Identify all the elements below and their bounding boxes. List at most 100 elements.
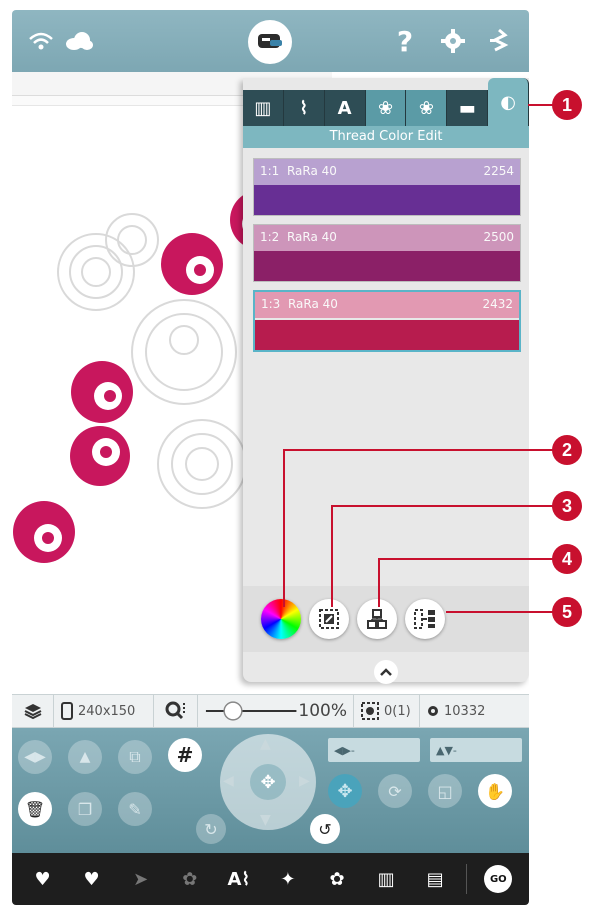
scale-button[interactable]: ◱	[428, 774, 462, 808]
chevron-up-icon	[380, 668, 392, 676]
redo-button[interactable]: ↻	[196, 814, 226, 844]
arrow-up-icon[interactable]: ▲	[260, 736, 271, 752]
stitch-count-value: 10332	[444, 703, 486, 719]
trash-icon: 🗑	[24, 799, 46, 819]
send-icon[interactable]: ➤	[123, 861, 159, 897]
thread-header: 1:1 RaRa 40 2254	[254, 159, 520, 185]
toolbar-divider	[466, 864, 468, 894]
zoom-slider-track	[205, 701, 297, 721]
mirror-vertical-icon: ▲	[79, 749, 91, 765]
thread-item-selected[interactable]: 1:3 RaRa 40 2432	[253, 290, 521, 352]
rotate-button[interactable]: ⟳	[378, 774, 412, 808]
thread-index: 1:2	[260, 230, 280, 244]
zoom-level-label: 100%	[298, 701, 347, 721]
gear-icon[interactable]	[436, 24, 470, 58]
thread-name: RaRa 40	[286, 230, 337, 244]
thread-header: 1:3 RaRa 40 2432	[255, 292, 519, 318]
tab-edit[interactable]: ▥	[243, 90, 284, 126]
callout-line-5	[446, 611, 555, 613]
cloud-icon[interactable]	[62, 24, 96, 58]
tab-design[interactable]: ❀	[406, 90, 448, 126]
text-tool-icon[interactable]: A⌇	[221, 861, 257, 897]
mirror-horizontal-icon: ◀▶	[24, 749, 46, 765]
thread-swatch	[255, 320, 519, 350]
hoop-size-button[interactable]: 240x150	[54, 694, 154, 728]
selection-button[interactable]: 0(1)	[354, 694, 420, 728]
stitch-out-icon[interactable]: ✿	[172, 861, 208, 897]
edit-icon: ✎	[128, 799, 142, 819]
delete-button[interactable]: 🗑	[18, 792, 52, 826]
machine-icon[interactable]	[248, 20, 292, 64]
tab-files[interactable]: ▬	[447, 90, 489, 126]
arrow-down-icon[interactable]: ▼	[260, 812, 271, 828]
status-bar: 240x150 100% 0(1) 10332	[12, 694, 529, 728]
resize-button[interactable]: ⧉	[118, 740, 152, 774]
wifi-icon[interactable]	[24, 24, 58, 58]
stitch-count-icon	[428, 706, 438, 716]
thread-swatch	[254, 185, 520, 215]
undo-button[interactable]: ↺	[310, 814, 340, 844]
callout-line-4-vertical	[378, 558, 380, 607]
grid-icon: #	[176, 743, 194, 767]
redo-icon: ↻	[204, 819, 218, 839]
panel-tabs: ▥ ⌇ A ❀ ❀ ▬ ◐	[243, 78, 529, 126]
thread-code: 2500	[483, 230, 514, 244]
hoop-size-label: 240x150	[78, 703, 136, 719]
group-icon	[367, 609, 387, 629]
help-icon[interactable]: ?	[388, 24, 422, 58]
callout-line-2	[283, 449, 555, 451]
position-x-field[interactable]: ◀▶-	[328, 738, 420, 762]
go-button[interactable]: GO	[480, 861, 516, 897]
zoom-slider[interactable]: 100%	[198, 694, 354, 728]
mirror-vertical-button[interactable]: ▲	[68, 740, 102, 774]
duplicate-button[interactable]: ❐	[68, 792, 102, 826]
thread-index: 1:1	[260, 164, 280, 178]
thread-index: 1:3	[261, 297, 281, 311]
tab-thread-color[interactable]: ◐	[488, 78, 529, 126]
thread-tools	[243, 586, 529, 652]
callout-4: 4	[552, 544, 582, 574]
zoom-options-button[interactable]	[154, 694, 198, 728]
callout-line-3	[331, 505, 555, 507]
select-all-icon	[361, 702, 379, 720]
thread-swatch	[254, 251, 520, 281]
thread-item[interactable]: 1:2 RaRa 40 2500	[253, 224, 521, 282]
tab-embroidery[interactable]: ❀	[365, 90, 407, 126]
top-bar: ?	[12, 10, 529, 72]
arrow-right-icon[interactable]: ▶	[299, 773, 310, 789]
position-y-field[interactable]: ▲▼-	[430, 738, 522, 762]
panel-title: Thread Color Edit	[243, 126, 529, 148]
thread-name: RaRa 40	[286, 164, 337, 178]
stitch-mode-icon[interactable]	[482, 24, 516, 58]
group-button[interactable]	[357, 599, 397, 639]
thread-item[interactable]: 1:1 RaRa 40 2254	[253, 158, 521, 216]
grid-button[interactable]: #	[168, 738, 202, 772]
thread-list: 1:1 RaRa 40 2254 1:2 RaRa 40 2500 1:3 Ra…	[253, 158, 521, 360]
stitch-count: 10332	[420, 694, 491, 728]
rotate-icon: ⟳	[388, 781, 402, 801]
color-replace-button[interactable]	[309, 599, 349, 639]
mirror-horizontal-button[interactable]: ◀▶	[18, 740, 52, 774]
tab-font[interactable]: A	[325, 90, 366, 126]
move-mode-button[interactable]: ✥	[328, 774, 362, 808]
pan-button[interactable]: ✋	[478, 774, 512, 808]
sort-button[interactable]	[405, 599, 445, 639]
design-shaping-icon[interactable]: ✿	[319, 861, 355, 897]
move-dpad[interactable]: ✥ ▲ ▼ ◀ ▶	[220, 734, 316, 830]
move-center-icon[interactable]: ✥	[250, 764, 286, 800]
thread-color-edit-panel: ▥ ⌇ A ❀ ❀ ▬ ◐ Thread Color Edit 1:1 RaRa…	[243, 78, 529, 684]
collapse-panel-button[interactable]	[374, 660, 398, 684]
color-wheel-button[interactable]	[261, 599, 301, 639]
sparkle-design-icon[interactable]: ✦	[270, 861, 306, 897]
edit-button[interactable]: ✎	[118, 792, 152, 826]
thread-header: 1:2 RaRa 40 2500	[254, 225, 520, 251]
callout-line-2-vertical	[283, 449, 285, 607]
tab-stitch[interactable]: ⌇	[284, 90, 325, 126]
heart-icon[interactable]: ♥	[25, 861, 61, 897]
layers-button[interactable]	[12, 694, 54, 728]
book-search-icon[interactable]: ▤	[417, 861, 453, 897]
go-icon: GO	[484, 865, 513, 893]
heart-settings-icon[interactable]: ♥	[74, 861, 110, 897]
book-icon[interactable]: ▥	[368, 861, 404, 897]
arrow-left-icon[interactable]: ◀	[223, 773, 234, 789]
